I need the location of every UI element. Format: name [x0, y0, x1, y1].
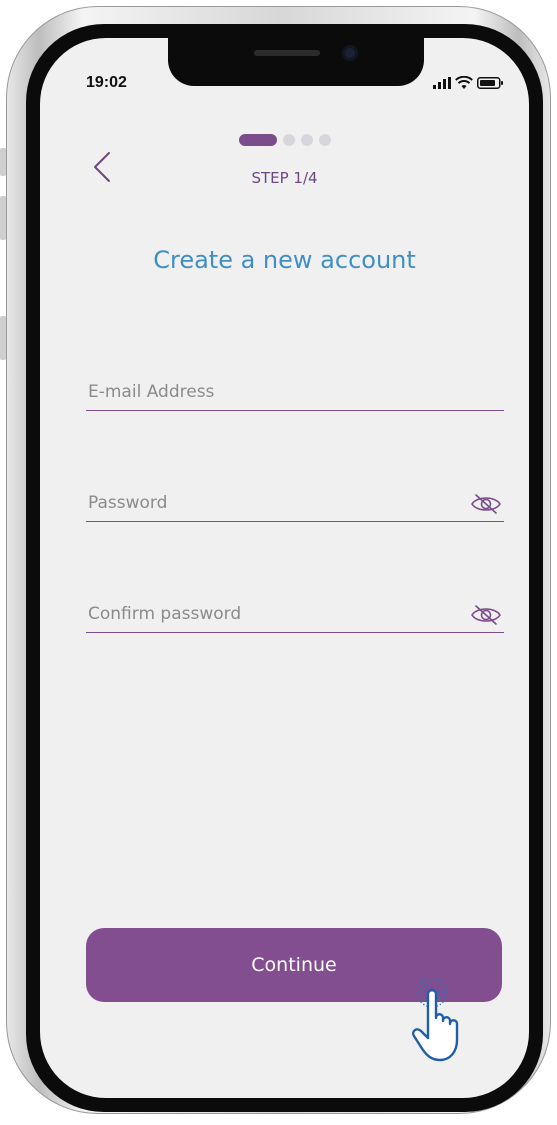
phone-screen: 19:02 STEP 1/4 Create a new account E-ma… [40, 38, 529, 1098]
step-indicator [40, 134, 529, 146]
notch [168, 38, 424, 86]
step-label: STEP 1/4 [251, 169, 318, 187]
status-time: 19:02 [86, 74, 127, 91]
battery-icon [477, 77, 503, 89]
wifi-icon [455, 76, 473, 89]
page-title: Create a new account [153, 246, 416, 274]
step-dot [300, 134, 313, 146]
signal-icon [433, 77, 451, 89]
eye-slash-icon[interactable] [470, 604, 502, 626]
front-camera [342, 45, 358, 61]
password-field-label: Password [88, 493, 168, 513]
continue-button[interactable]: Continue [86, 928, 502, 1002]
speaker-grille [254, 50, 320, 56]
step-dot [282, 134, 295, 146]
password-field[interactable]: Password [86, 479, 504, 522]
step-dot [318, 134, 331, 146]
confirm-password-field-label: Confirm password [88, 604, 242, 624]
email-field-label: E-mail Address [88, 382, 215, 402]
confirm-password-field[interactable]: Confirm password [86, 590, 504, 633]
stage: 19:02 STEP 1/4 Create a new account E-ma… [0, 0, 557, 1125]
status-icons [433, 76, 503, 90]
email-field[interactable]: E-mail Address [86, 368, 504, 411]
step-dot-active [238, 134, 277, 146]
eye-slash-icon[interactable] [470, 493, 502, 515]
